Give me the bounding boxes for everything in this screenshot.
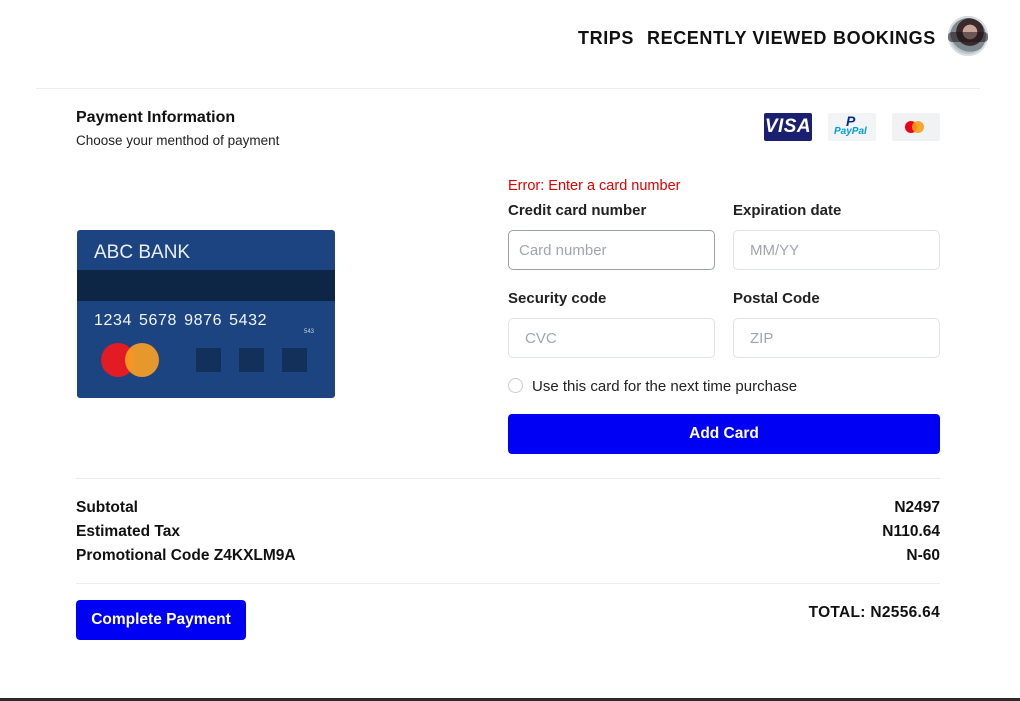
card-preview-cvc: 543 <box>304 329 315 335</box>
card-magnetic-strip <box>77 270 335 301</box>
summary-divider <box>76 478 940 479</box>
postal-code-input[interactable] <box>733 318 940 358</box>
card-number-input[interactable] <box>508 230 715 270</box>
add-card-button[interactable]: Add Card <box>508 414 940 454</box>
top-navigation: TRIPS RECENTLY VIEWED BOOKINGS <box>0 0 1020 76</box>
security-code-label: Security code <box>508 290 607 307</box>
estimated-tax-label: Estimated Tax <box>76 523 180 540</box>
paypal-wordmark: PayPal <box>834 126 867 137</box>
nav-link-recently-viewed[interactable]: RECENTLY VIEWED <box>647 28 827 49</box>
promo-code-value: N-60 <box>906 547 940 564</box>
card-chip-icon <box>196 348 221 372</box>
subtotal-label: Subtotal <box>76 499 138 516</box>
card-number-label: Credit card number <box>508 202 647 219</box>
postal-code-label: Postal Code <box>733 290 820 307</box>
credit-card-preview: ABC BANK 1234 5678 9876 5432 543 <box>77 230 335 398</box>
nav-link-trips[interactable]: TRIPS <box>578 28 634 49</box>
security-code-input[interactable] <box>508 318 715 358</box>
mastercard-orange-circle <box>912 121 924 133</box>
card-chip-icon <box>239 348 264 372</box>
complete-payment-button[interactable]: Complete Payment <box>76 600 246 640</box>
card-error-message: Error: Enter a card number <box>508 178 681 194</box>
mastercard-logo[interactable] <box>892 113 940 141</box>
card-preview-number: 1234 5678 9876 5432 <box>94 312 268 329</box>
nav-link-bookings[interactable]: BOOKINGS <box>833 28 936 49</box>
subtotal-value: N2497 <box>894 499 940 516</box>
estimated-tax-value: N110.64 <box>882 523 940 540</box>
header-divider <box>36 88 980 89</box>
payment-subtitle: Choose your menthod of payment <box>76 133 280 148</box>
visa-logo[interactable]: VISA <box>764 113 812 141</box>
card-mastercard-orange-icon <box>125 343 159 377</box>
paypal-logo[interactable]: P PayPal <box>828 113 876 141</box>
payment-title: Payment Information <box>76 109 236 126</box>
order-total: TOTAL: N2556.64 <box>808 604 940 621</box>
save-card-label: Use this card for the next time purchase <box>532 378 798 395</box>
expiration-date-label: Expiration date <box>733 202 842 219</box>
card-chip-icon <box>282 348 307 372</box>
user-avatar[interactable] <box>948 16 988 56</box>
card-bank-name: ABC BANK <box>94 242 191 263</box>
promo-code-label: Promotional Code Z4KXLM9A <box>76 547 296 564</box>
total-divider <box>76 583 940 584</box>
save-card-radio[interactable] <box>508 378 523 393</box>
expiration-date-input[interactable] <box>733 230 940 270</box>
